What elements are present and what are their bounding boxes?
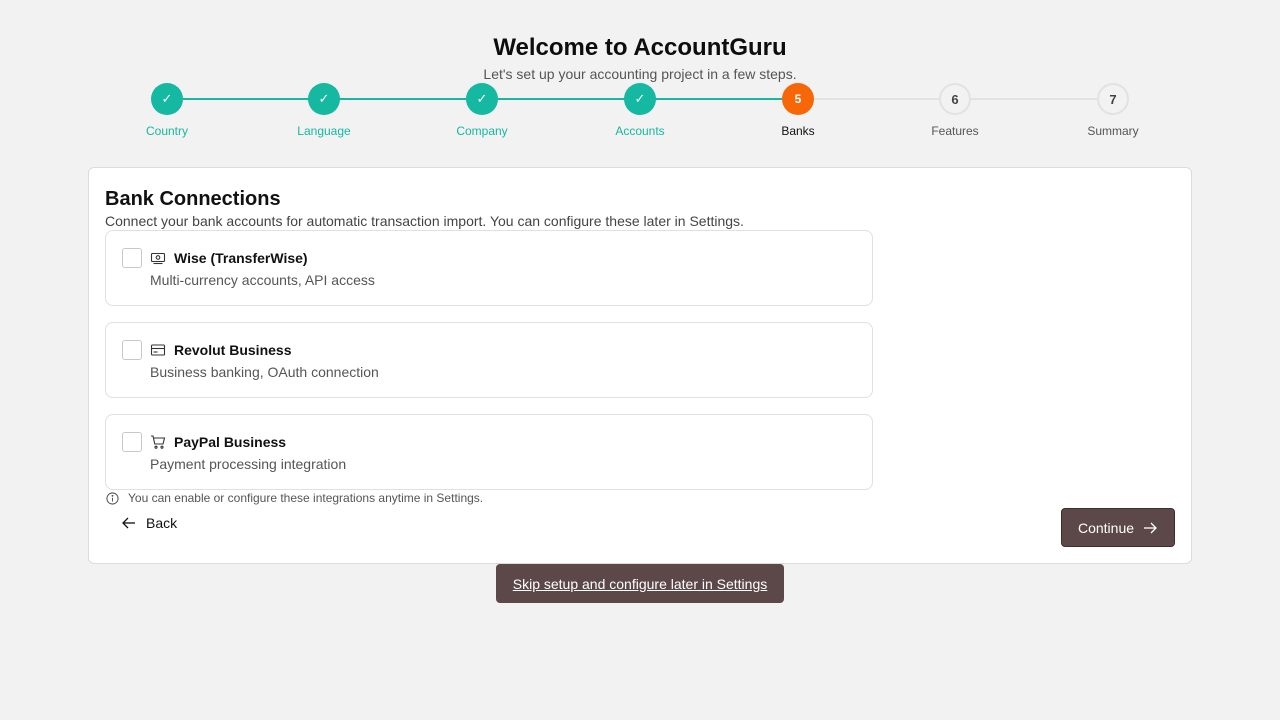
banknote-icon: [150, 252, 166, 265]
continue-button[interactable]: Continue: [1061, 508, 1175, 547]
settings-note: You can enable or configure these integr…: [106, 491, 483, 505]
bank-name: Wise (TransferWise): [174, 250, 308, 266]
info-icon: [106, 491, 119, 505]
card-description: Connect your bank accounts for automatic…: [105, 213, 744, 229]
step-accounts[interactable]: ✓ Accounts: [580, 83, 700, 138]
step-features-number: 6: [939, 83, 971, 115]
arrow-right-icon: [1144, 522, 1157, 533]
step-language[interactable]: ✓ Language: [264, 83, 384, 138]
step-company[interactable]: ✓ Company: [422, 83, 542, 138]
continue-button-label: Continue: [1077, 519, 1135, 536]
bank-description: Multi-currency accounts, API access: [150, 272, 375, 288]
step-banks-number: 5: [782, 83, 814, 115]
bank-description: Payment processing integration: [150, 456, 347, 472]
page-header: Welcome to AccountGuru Let's set up your…: [0, 33, 1280, 83]
bank-name: Revolut Business: [174, 342, 292, 358]
progress-stepper: ✓ Country ✓ Language ✓ Company ✓ Account…: [0, 83, 1280, 143]
step-banks: 5 Banks: [738, 83, 858, 138]
step-label: Accounts: [615, 124, 665, 138]
bank-name: PayPal Business: [174, 434, 287, 450]
step-summary-number: 7: [1097, 83, 1129, 115]
back-button-label: Back: [146, 515, 178, 531]
step-features: 6 Features: [895, 83, 1015, 138]
step-company-check-icon: ✓: [466, 83, 498, 115]
bank-option-paypal[interactable]: PayPal Business Payment processing integ…: [105, 414, 873, 490]
back-button[interactable]: Back: [121, 515, 177, 531]
step-country-check-icon: ✓: [151, 83, 183, 115]
bank-checkbox[interactable]: [122, 340, 142, 360]
credit-card-icon: [150, 344, 166, 356]
step-accounts-check-icon: ✓: [624, 83, 656, 115]
step-language-check-icon: ✓: [308, 83, 340, 115]
shopping-cart-icon: [151, 435, 166, 449]
settings-note-text: You can enable or configure these integr…: [128, 491, 484, 505]
arrow-left-icon: [122, 517, 135, 529]
card-title: Bank Connections: [105, 188, 281, 210]
page-subtitle: Let's set up your accounting project in …: [483, 66, 797, 82]
bank-checkbox[interactable]: [122, 248, 142, 268]
step-label: Company: [456, 124, 508, 138]
bank-connections-card: Bank Connections Connect your bank accou…: [88, 167, 1192, 564]
step-label: Language: [297, 124, 351, 138]
step-label: Features: [931, 124, 979, 138]
step-label: Banks: [781, 124, 815, 138]
step-label: Summary: [1087, 124, 1139, 138]
bank-option-wise[interactable]: Wise (TransferWise) Multi-currency accou…: [105, 230, 873, 306]
step-label: Country: [145, 124, 189, 138]
bank-option-revolut[interactable]: Revolut Business Business banking, OAuth…: [105, 322, 873, 398]
step-country[interactable]: ✓ Country: [107, 83, 227, 138]
skip-setup-button[interactable]: Skip setup and configure later in Settin…: [496, 564, 784, 603]
step-summary: 7 Summary: [1053, 83, 1173, 138]
bank-description: Business banking, OAuth connection: [150, 364, 379, 380]
bank-checkbox[interactable]: [122, 432, 142, 452]
page-title: Welcome to AccountGuru: [493, 34, 787, 61]
